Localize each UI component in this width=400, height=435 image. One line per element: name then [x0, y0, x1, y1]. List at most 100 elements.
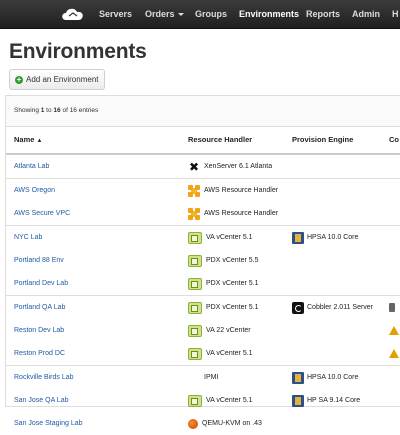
vcenter-icon: [188, 324, 202, 337]
qemu-icon: [188, 418, 198, 429]
nav-servers[interactable]: Servers: [99, 0, 132, 28]
table-info: Showing 1 to 16 of 16 entries: [6, 96, 400, 127]
resource-handler-link[interactable]: VA vCenter 5.1: [206, 342, 253, 365]
table-row[interactable]: Reston Prod DC VA vCenter 5.1: [6, 342, 400, 365]
nav-admin[interactable]: Admin: [352, 0, 380, 28]
environments-table: Showing 1 to 16 of 16 entries Name ▲ Reso…: [5, 95, 400, 429]
extra-column-cell: [389, 296, 395, 319]
nav-help[interactable]: H: [392, 0, 399, 28]
showing-suffix: of 16 entries: [60, 107, 99, 114]
resource-handler-cell: IPMI: [188, 366, 218, 389]
cloud-logo-icon[interactable]: [60, 5, 86, 23]
environment-name-link[interactable]: San Jose Staging Lab: [14, 412, 83, 435]
table-row[interactable]: NYC Lab VA vCenter 5.1 HPSA 10.0 Core: [6, 225, 400, 249]
resource-handler-cell: AWS Resource Handler: [188, 179, 278, 202]
resource-handler-cell: PDX vCenter 5.1: [188, 296, 259, 319]
provision-engine-cell: HPSA 10.0 Core: [292, 366, 358, 389]
table-row[interactable]: San Jose QA Lab VA vCenter 5.1 HP SA 9.14 …: [6, 389, 400, 412]
resource-handler-link[interactable]: VA vCenter 5.1: [206, 226, 253, 249]
resource-handler-cell: AWS Resource Handler: [188, 202, 278, 225]
provision-engine-cell: HP SA 9.14 Core: [292, 389, 360, 412]
aws-icon: [188, 207, 200, 220]
showing-to: 16: [53, 107, 61, 114]
nav-groups[interactable]: Groups: [195, 0, 227, 28]
table-row[interactable]: Atlanta Lab ✖ XenServer 6.1 Atlanta: [6, 155, 400, 178]
provision-engine-link[interactable]: Cobbler 2.011 Server: [307, 296, 373, 319]
vcenter-icon: [188, 347, 202, 360]
column-header-resource-handler[interactable]: Resource Handler: [188, 127, 252, 153]
nav-environments[interactable]: Environments: [239, 0, 299, 28]
environment-name-link[interactable]: Portland QA Lab: [14, 296, 65, 319]
showing-prefix: Showing: [14, 107, 41, 114]
environment-name-link[interactable]: NYC Lab: [14, 226, 42, 249]
table-row[interactable]: AWS Oregon AWS Resource Handler: [6, 178, 400, 202]
nav-reports[interactable]: Reports: [306, 0, 340, 28]
blank-icon: [188, 372, 200, 384]
provision-engine-link[interactable]: HPSA 10.0 Core: [307, 366, 358, 389]
provision-engine-link[interactable]: HPSA 10.0 Core: [307, 226, 358, 249]
provision-engine-link[interactable]: HP SA 9.14 Core: [307, 389, 360, 412]
table-row[interactable]: Rockville Birds Lab IPMI HPSA 10.0 Core: [6, 365, 400, 389]
resource-handler-link[interactable]: QEMU-KVM on .43: [202, 412, 262, 435]
resource-handler-cell: VA 22 vCenter: [188, 319, 251, 342]
resource-handler-cell: VA vCenter 5.1: [188, 389, 253, 412]
vcenter-icon: [188, 301, 202, 314]
warning-icon: [389, 349, 399, 358]
chevron-down-icon: [177, 13, 184, 17]
resource-handler-link[interactable]: VA 22 vCenter: [206, 319, 251, 342]
environment-name-link[interactable]: Reston Dev Lab: [14, 319, 64, 342]
top-navbar: Servers Orders Groups Environments Repor…: [0, 0, 400, 29]
xen-icon: ✖: [188, 159, 200, 174]
environment-name-link[interactable]: Reston Prod DC: [14, 342, 65, 365]
provision-engine-cell: Cobbler 2.011 Server: [292, 296, 373, 319]
add-environment-button[interactable]: + Add an Environment: [9, 69, 105, 90]
table-row[interactable]: Portland 88 Env PDX vCenter 5.5: [6, 249, 400, 272]
extra-column-cell: [389, 319, 400, 342]
warning-icon: [389, 326, 399, 335]
table-row[interactable]: Reston Dev Lab VA 22 vCenter: [6, 319, 400, 342]
vcenter-icon: [188, 277, 202, 290]
vcenter-icon: [188, 231, 202, 244]
resource-handler-cell: ✖ XenServer 6.1 Atlanta: [188, 155, 272, 178]
table-row[interactable]: San Jose Staging Lab QEMU-KVM on .43: [6, 412, 400, 435]
table-row[interactable]: Portland QA Lab PDX vCenter 5.1 Cobbler 2.…: [6, 295, 400, 319]
resource-handler-link[interactable]: PDX vCenter 5.1: [206, 296, 259, 319]
resource-handler-link[interactable]: XenServer 6.1 Atlanta: [204, 155, 272, 178]
resource-handler-link[interactable]: VA vCenter 5.1: [206, 389, 253, 412]
resource-handler-link[interactable]: PDX vCenter 5.5: [206, 249, 259, 272]
environment-name-link[interactable]: AWS Secure VPC: [14, 202, 70, 225]
sort-ascending-icon: ▲: [36, 138, 43, 144]
resource-handler-link[interactable]: PDX vCenter 5.1: [206, 272, 259, 295]
resource-handler-cell: PDX vCenter 5.5: [188, 249, 259, 272]
resource-handler-cell: VA vCenter 5.1: [188, 342, 253, 365]
nav-orders[interactable]: Orders: [145, 0, 184, 28]
table-header: Name ▲ Resource Handler Provision Engine …: [6, 127, 400, 155]
provision-engine-cell: HPSA 10.0 Core: [292, 226, 358, 249]
extra-column-cell: [389, 342, 400, 365]
environment-name-link[interactable]: Rockville Birds Lab: [14, 366, 74, 389]
environment-name-link[interactable]: Portland Dev Lab: [14, 272, 68, 295]
table-row[interactable]: AWS Secure VPC AWS Resource Handler: [6, 202, 400, 225]
column-header-provision-engine[interactable]: Provision Engine: [292, 127, 353, 153]
environment-name-link[interactable]: Portland 88 Env: [14, 249, 64, 272]
table-body: Atlanta Lab ✖ XenServer 6.1 Atlanta AWS Ore…: [6, 155, 400, 435]
small-icon: [389, 303, 395, 312]
environment-name-link[interactable]: Atlanta Lab: [14, 155, 49, 178]
resource-handler-link[interactable]: AWS Resource Handler: [204, 179, 278, 202]
environment-name-link[interactable]: San Jose QA Lab: [14, 389, 68, 412]
add-environment-label: Add an Environment: [26, 75, 99, 84]
page-title: Environments: [9, 40, 147, 63]
environment-name-link[interactable]: AWS Oregon: [14, 179, 55, 202]
hpsa-icon: [292, 231, 304, 244]
hpsa-icon: [292, 394, 304, 407]
cobbler-icon: [292, 301, 304, 314]
column-header-name[interactable]: Name ▲: [14, 127, 42, 154]
aws-icon: [188, 184, 200, 197]
resource-handler-link[interactable]: AWS Resource Handler: [204, 202, 278, 225]
table-row[interactable]: Portland Dev Lab PDX vCenter 5.1: [6, 272, 400, 295]
resource-handler-cell: QEMU-KVM on .43: [188, 412, 262, 435]
resource-handler-link[interactable]: IPMI: [204, 366, 218, 389]
vcenter-icon: [188, 254, 202, 267]
resource-handler-cell: PDX vCenter 5.1: [188, 272, 259, 295]
column-header-truncated[interactable]: Co: [389, 127, 399, 153]
